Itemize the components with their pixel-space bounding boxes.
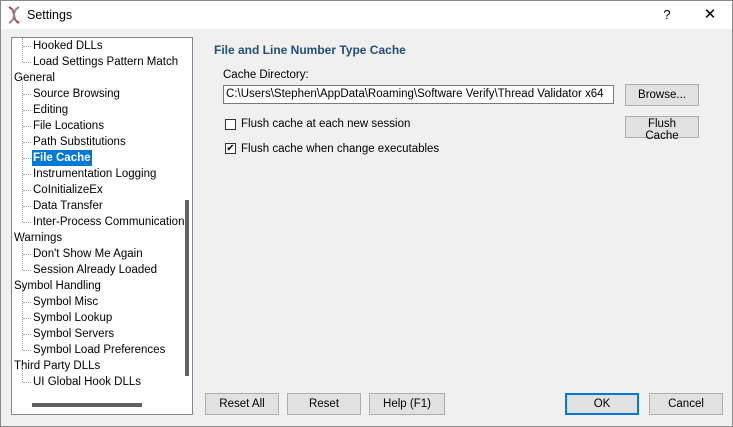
tree-connector xyxy=(23,334,31,335)
tree-connector xyxy=(23,46,31,47)
tree-connector xyxy=(22,38,23,62)
tree-connector xyxy=(23,142,31,143)
tree-group[interactable]: Symbol Handling xyxy=(14,278,101,294)
cache-directory-input[interactable]: C:\Users\Stephen\AppData\Roaming\Softwar… xyxy=(223,85,614,104)
tree-connector xyxy=(22,238,23,270)
browse-button[interactable]: Browse... xyxy=(625,84,699,106)
reset-all-button[interactable]: Reset All xyxy=(205,393,279,415)
tree-item[interactable]: UI Global Hook DLLs xyxy=(32,374,142,390)
cancel-button[interactable]: Cancel xyxy=(649,393,723,415)
settings-tree[interactable]: Hooked DLLs Load Settings Pattern Match Ge… xyxy=(11,37,193,415)
tree-connector xyxy=(23,94,31,95)
tree-item[interactable]: Don't Show Me Again xyxy=(32,246,144,262)
tree-item[interactable]: Session Already Loaded xyxy=(32,262,158,278)
tree-item[interactable]: Source Browsing xyxy=(32,86,121,102)
tree-connector xyxy=(23,382,31,383)
tree-connector xyxy=(23,174,31,175)
tree-connector xyxy=(23,158,31,159)
tree-item[interactable]: Symbol Misc xyxy=(32,294,99,310)
flush-each-session-checkbox[interactable] xyxy=(225,119,236,130)
tree-item[interactable]: Symbol Servers xyxy=(32,326,115,342)
tree-item[interactable]: Hooked DLLs xyxy=(32,38,104,54)
close-icon[interactable]: ✕ xyxy=(698,5,722,25)
ok-button[interactable]: OK xyxy=(565,393,639,415)
tree-vertical-scrollbar-thumb[interactable] xyxy=(185,200,189,376)
tree-item[interactable]: Symbol Load Preferences xyxy=(32,342,166,358)
tree-item[interactable]: File Locations xyxy=(32,118,105,134)
tree-item[interactable]: CoInitializeEx xyxy=(32,182,104,198)
tree-group[interactable]: Third Party DLLs xyxy=(14,358,100,374)
tree-group[interactable]: General xyxy=(14,70,55,86)
help-button[interactable]: Help (F1) xyxy=(369,393,445,415)
tree-item[interactable]: Load Settings Pattern Match xyxy=(32,54,179,70)
tree-connector xyxy=(23,222,31,223)
tree-item[interactable]: Data Transfer xyxy=(32,198,104,214)
tree-connector xyxy=(23,270,31,271)
flush-each-session-label: Flush cache at each new session xyxy=(241,118,411,130)
tree-item[interactable]: Instrumentation Logging xyxy=(32,166,157,182)
tree-item[interactable]: Editing xyxy=(32,102,69,118)
tree-connector xyxy=(22,78,23,222)
tree-item[interactable]: Inter-Process Communication xyxy=(32,214,185,230)
section-title: File and Line Number Type Cache xyxy=(214,43,406,57)
window-title: Settings xyxy=(27,8,73,22)
tree-connector xyxy=(23,350,31,351)
flush-cache-button[interactable]: Flush Cache xyxy=(625,116,699,142)
tree-connector xyxy=(23,126,31,127)
tree-connector xyxy=(23,302,31,303)
reset-button[interactable]: Reset xyxy=(287,393,361,415)
tree-connector xyxy=(23,206,31,207)
flush-change-executables-label: Flush cache when change executables xyxy=(241,143,440,155)
flush-change-executables-checkbox[interactable]: ✔ xyxy=(225,143,236,154)
tree-connector xyxy=(23,254,31,255)
tree-item[interactable]: File Cache xyxy=(32,150,92,166)
tree-connector xyxy=(22,286,23,350)
help-icon[interactable]: ? xyxy=(656,5,678,25)
tree-connector xyxy=(23,62,31,63)
tree-horizontal-scrollbar-thumb[interactable] xyxy=(32,403,142,407)
settings-window: Settings ? ✕ Hooked DLLs Load Settings Pa… xyxy=(0,0,733,427)
dna-app-icon xyxy=(8,6,20,24)
tree-connector xyxy=(23,190,31,191)
tree-connector xyxy=(22,366,23,382)
cache-directory-label: Cache Directory: xyxy=(223,69,309,81)
tree-connector xyxy=(23,318,31,319)
tree-item[interactable]: Path Substitutions xyxy=(32,134,127,150)
tree-connector xyxy=(23,110,31,111)
tree-item[interactable]: Symbol Lookup xyxy=(32,310,113,326)
title-bar[interactable]: Settings ? ✕ xyxy=(1,1,732,29)
